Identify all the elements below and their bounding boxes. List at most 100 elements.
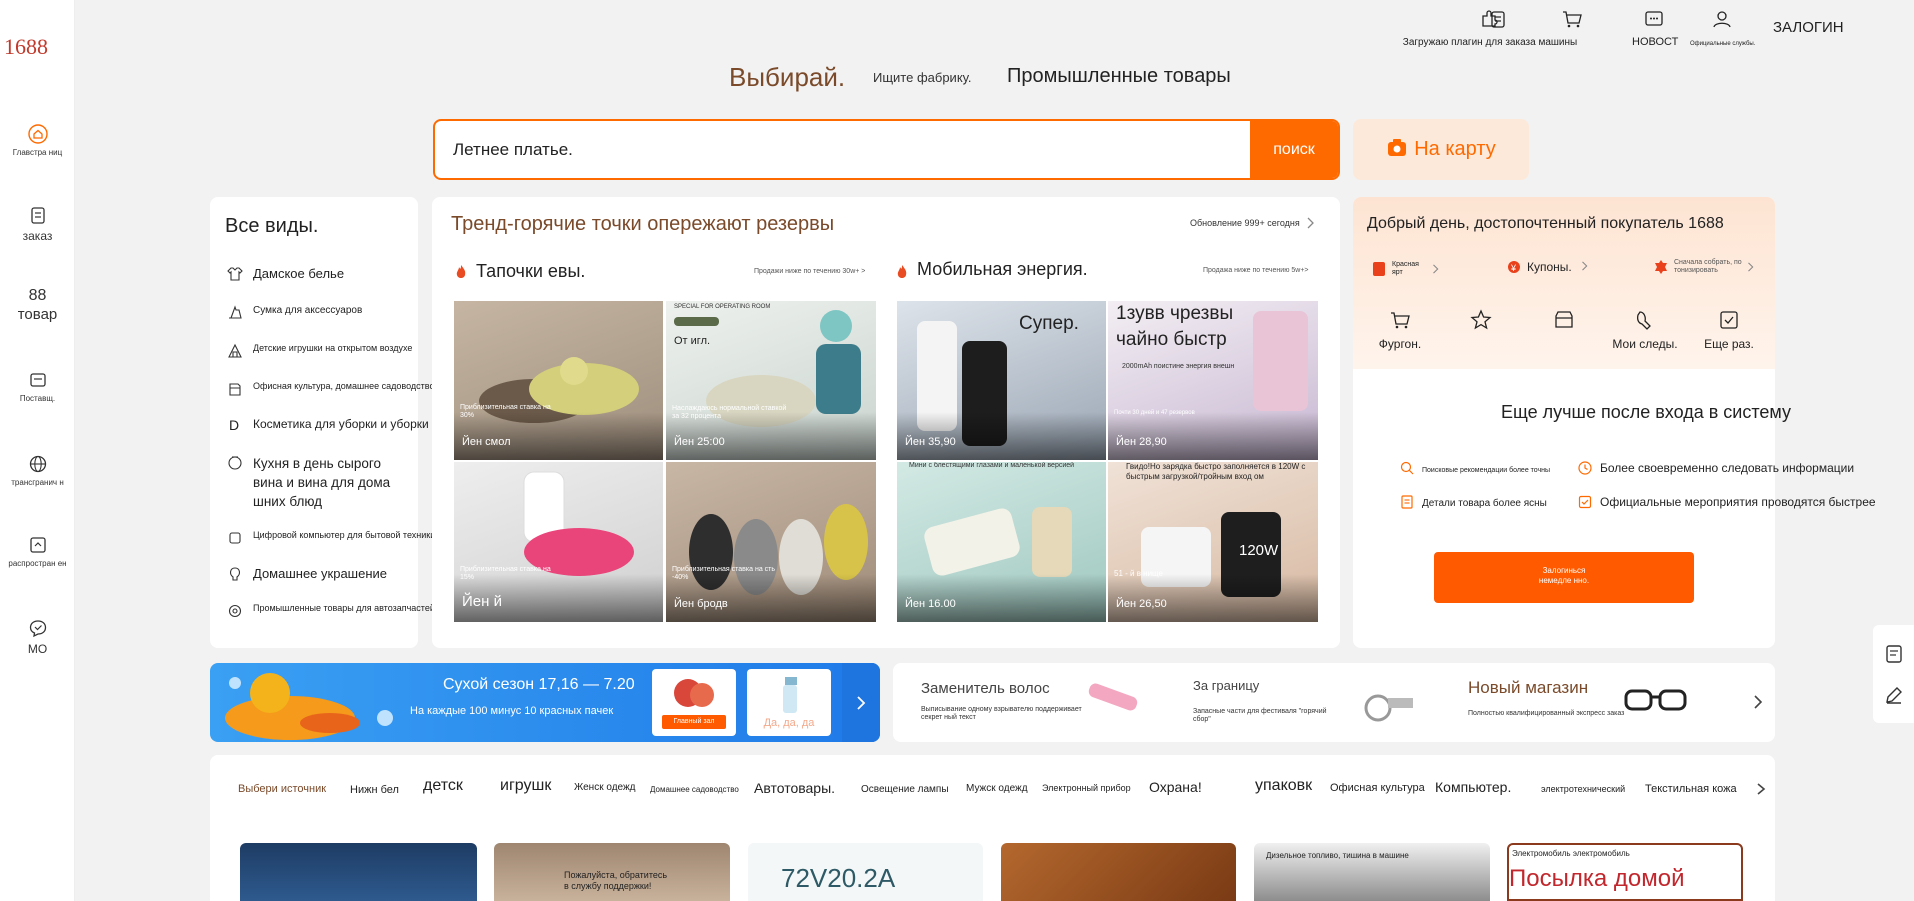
product-tile[interactable]: Супер. Йен 35,90: [897, 301, 1106, 460]
nav-orders[interactable]: [1486, 8, 1510, 32]
quick-action-favorites[interactable]: [1446, 309, 1516, 337]
sidebar-item-distribution[interactable]: распростран ен: [0, 535, 75, 568]
service-title[interactable]: Новый магазин: [1468, 678, 1588, 698]
product-card[interactable]: Дизельное топливо, тишина в машине: [1254, 843, 1490, 901]
coupons-link[interactable]: ¥ Купоны.: [1507, 260, 1589, 274]
product-card[interactable]: [1001, 843, 1236, 901]
edit-icon[interactable]: [1884, 685, 1904, 705]
promo-next-button[interactable]: [842, 663, 880, 742]
tile-caption: Наслаждаюсь нормальной ставкой за 32 про…: [672, 405, 787, 420]
tile-price: Йен 25:00: [674, 436, 725, 448]
letter-d-icon: D: [229, 417, 239, 433]
tab-industrial[interactable]: Промышленные товары: [1007, 65, 1231, 88]
product-tile[interactable]: Мини с блестящими глазами и маленькой ве…: [897, 462, 1106, 622]
clipboard-icon: [30, 207, 45, 224]
red-packet-icon: [1373, 262, 1385, 276]
category-tab[interactable]: Электронный прибор: [1042, 783, 1131, 793]
service-title[interactable]: Заменитель волос: [921, 680, 1050, 697]
chevron-right-icon[interactable]: [1756, 782, 1766, 796]
product-tile[interactable]: 1зувв чрезвы чайно быстр 2000mAh поистин…: [1108, 301, 1318, 460]
camera-search-icon: [1388, 139, 1407, 156]
category-tab[interactable]: Домашнее садоводство: [650, 785, 739, 794]
product-card[interactable]: 72V20.2A: [748, 843, 983, 901]
nav-plugin-label: Загружаю плагин для заказа машины: [1402, 37, 1578, 48]
trend-left-note[interactable]: Продажи ниже по течению 30w+ >: [754, 268, 865, 275]
shop-icon: [1555, 311, 1573, 328]
trend-right-note[interactable]: Продажа ниже по течению 5w+>: [1203, 267, 1309, 274]
product-tile[interactable]: Приблизительная ставка на сть -40% Йен б…: [666, 462, 876, 622]
machine-part-image: [1364, 694, 1413, 722]
product-card[interactable]: [240, 843, 477, 901]
product-tile[interactable]: SPECIAL FOR OPERATING ROOM От игл. Насла…: [666, 301, 876, 460]
category-tab[interactable]: Компьютер.: [1435, 779, 1511, 795]
nav-news[interactable]: НОВОСТ: [1632, 8, 1679, 50]
sidebar-item-orders[interactable]: заказ: [0, 205, 75, 243]
sidebar-item-label: Поставщ.: [19, 394, 56, 403]
feature-item: Официальные мероприятия проводятся быстр…: [1578, 495, 1876, 509]
quick-action-reorder[interactable]: Еще раз.: [1694, 309, 1764, 351]
promo-tag: Главный зал: [662, 715, 726, 729]
product-tile[interactable]: Приблизительная ставка на 15% Йен й: [454, 462, 663, 622]
sidebar-item-suppliers[interactable]: Поставщ.: [0, 370, 75, 403]
chevron-right-icon[interactable]: [1753, 694, 1763, 710]
nav-account[interactable]: Официальные службы.: [1690, 8, 1755, 50]
category-tab[interactable]: Офисная культура: [1330, 782, 1425, 794]
promo-banner[interactable]: Сухой сезон 17,16 — 7.20 На каждые 100 м…: [210, 663, 880, 742]
map-button[interactable]: На карту: [1353, 119, 1529, 180]
nav-login[interactable]: ЗАЛОГИН: [1773, 19, 1844, 37]
login-button-label: Залогинься немедле нно.: [1538, 566, 1590, 585]
login-button[interactable]: Залогинься немедле нно.: [1434, 552, 1694, 603]
nav-cart[interactable]: [1560, 8, 1584, 32]
trend-left-title[interactable]: Тапочки евы.: [476, 261, 585, 282]
category-tab[interactable]: детск: [423, 777, 463, 795]
category-tab[interactable]: Текстильная кожа: [1645, 783, 1737, 795]
tile-extra: От игл.: [674, 335, 711, 347]
product-card[interactable]: Электромобиль электромобиль Посылка домо…: [1507, 843, 1743, 901]
promo-product-card[interactable]: Да, да, да: [747, 669, 831, 736]
category-tab[interactable]: Автотовары.: [754, 780, 835, 796]
floating-tools: [1873, 625, 1914, 723]
tab-factory[interactable]: Ищите фабрику.: [873, 70, 971, 85]
category-tab[interactable]: Освещение лампы: [861, 784, 949, 795]
sidebar-item-goods[interactable]: 88 товар: [0, 287, 75, 325]
sidebar-item-label: распростран ен: [8, 559, 67, 568]
product-tile[interactable]: Гвидо!Но зарядка быстро заполняется в 12…: [1108, 462, 1318, 622]
sidebar-item-label: трансгранич н: [11, 478, 64, 487]
category-tab[interactable]: игрушк: [500, 777, 551, 795]
nav-news-label: НОВОСТ: [1632, 36, 1679, 48]
promo-product-card[interactable]: Главный зал: [652, 669, 736, 736]
category-tab[interactable]: электротехнический: [1541, 784, 1625, 794]
quick-action-footprints[interactable]: Мои следы.: [1610, 309, 1680, 351]
product-card[interactable]: Пожалуйста, обратитесь в службу поддержк…: [494, 843, 730, 901]
search-button[interactable]: поиск: [1250, 121, 1338, 178]
category-label: Косметика для уборки и уборки: [253, 417, 429, 431]
sidebar-item-crossborder[interactable]: трансгранич н: [0, 454, 75, 487]
clipboard-icon: [1491, 11, 1505, 28]
category-tab[interactable]: Мужск одежд: [966, 783, 1028, 794]
tile-caption: Приблизительная ставка на 15%: [460, 566, 551, 581]
tile-price: Йен й: [462, 593, 502, 610]
trend-update-link[interactable]: Обновление 999+ сегодня: [1190, 217, 1314, 229]
quick-action-cart[interactable]: Фургон.: [1365, 309, 1435, 351]
category-tab[interactable]: упаковк: [1255, 777, 1312, 795]
service-title[interactable]: За границу: [1193, 678, 1259, 693]
trend-right-title[interactable]: Мобильная энергия.: [917, 259, 1088, 280]
sidebar-item-home[interactable]: Главстра ниц: [0, 124, 75, 157]
category-tab[interactable]: Нижн бел: [350, 784, 399, 796]
coupon-icon: ¥: [1508, 261, 1520, 273]
shirt-icon: [227, 267, 243, 281]
brand-title[interactable]: Выбирай.: [729, 62, 845, 93]
note-icon[interactable]: [1884, 644, 1904, 664]
promo-tag: Да, да, да: [763, 717, 815, 729]
category-tab[interactable]: Выбери источник: [238, 783, 326, 795]
category-tab[interactable]: Женск одежд: [574, 782, 636, 793]
spray-bottle-image: [783, 677, 797, 713]
category-label: Дамское белье: [253, 266, 345, 281]
logo[interactable]: 1688: [4, 34, 48, 60]
document-icon: [1401, 495, 1413, 509]
product-tile[interactable]: Приблизительная ставка на 30% Йен смол: [454, 301, 663, 460]
quick-action-shop[interactable]: [1529, 309, 1599, 337]
category-tab[interactable]: Охрана!: [1149, 779, 1202, 795]
search-input[interactable]: [453, 135, 1253, 165]
sidebar-item-messages[interactable]: МО: [0, 618, 75, 656]
